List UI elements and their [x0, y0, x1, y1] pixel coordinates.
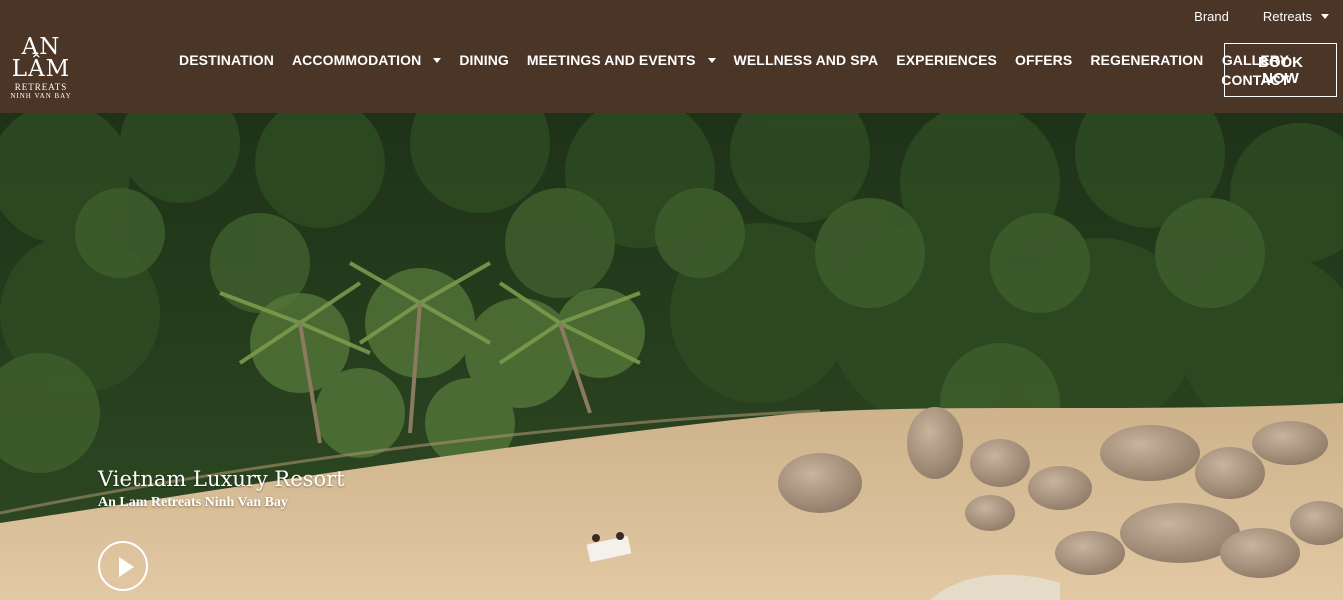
play-icon [119, 557, 134, 577]
nav-destination-label: DESTINATION [179, 52, 274, 68]
nav-dining[interactable]: DINING [459, 52, 509, 68]
retreats-label: Retreats [1262, 9, 1312, 24]
brand-label: Brand [1194, 9, 1229, 24]
logo-line-2: LÂM [11, 56, 71, 82]
nav-regeneration[interactable]: REGENERATION [1090, 52, 1203, 68]
brand-link[interactable]: Brand [1194, 9, 1229, 24]
logo[interactable]: AN LÂM RETREATS NINH VAN BAY [6, 36, 76, 101]
hero-title: Vietnam Luxury Resort [98, 467, 345, 491]
top-nav: Brand Retreats [1194, 9, 1329, 24]
nav-experiences[interactable]: EXPERIENCES [896, 52, 997, 68]
main-nav: DESTINATION ACCOMMODATION DINING MEETING… [179, 52, 1307, 90]
hero-subtitle: An Lam Retreats Ninh Van Bay [98, 495, 288, 510]
nav-dining-label: DINING [459, 52, 509, 68]
nav-accommodation-label: ACCOMMODATION [291, 52, 422, 68]
nav-offers[interactable]: OFFERS [1015, 52, 1072, 68]
nav-wellness-label: WELLNESS AND SPA [733, 52, 879, 68]
nav-wellness-and-spa[interactable]: WELLNESS AND SPA [734, 52, 879, 68]
logo-line-4: NINH VAN BAY [10, 92, 72, 100]
nav-meetings-and-events[interactable]: MEETINGS AND EVENTS [527, 52, 716, 68]
book-now-line-1: BOOK [1258, 54, 1303, 71]
logo-line-1: AN [21, 34, 61, 60]
hero-caption: Vietnam Luxury Resort An Lam Retreats Ni… [98, 467, 345, 511]
site-header: AN LÂM RETREATS NINH VAN BAY Brand Retre… [0, 0, 1343, 113]
nav-accommodation[interactable]: ACCOMMODATION [291, 52, 442, 68]
nav-offers-label: OFFERS [1014, 52, 1073, 68]
nav-regeneration-label: REGENERATION [1090, 52, 1204, 68]
hero-banner: Vietnam Luxury Resort An Lam Retreats Ni… [0, 113, 1343, 600]
nav-experiences-label: EXPERIENCES [896, 52, 997, 68]
nav-destination[interactable]: DESTINATION [179, 52, 274, 68]
caret-down-icon [1321, 14, 1329, 19]
book-now-line-2: NOW [1262, 70, 1299, 87]
caret-down-icon [707, 57, 716, 63]
book-now-button[interactable]: BOOK NOW [1224, 43, 1337, 97]
play-video-button[interactable] [98, 541, 148, 591]
nav-meetings-label: MEETINGS AND EVENTS [526, 52, 696, 68]
hero-image [0, 113, 1343, 600]
retreats-dropdown[interactable]: Retreats [1263, 9, 1329, 24]
caret-down-icon [433, 57, 442, 63]
logo-line-3: RETREATS [14, 82, 68, 92]
